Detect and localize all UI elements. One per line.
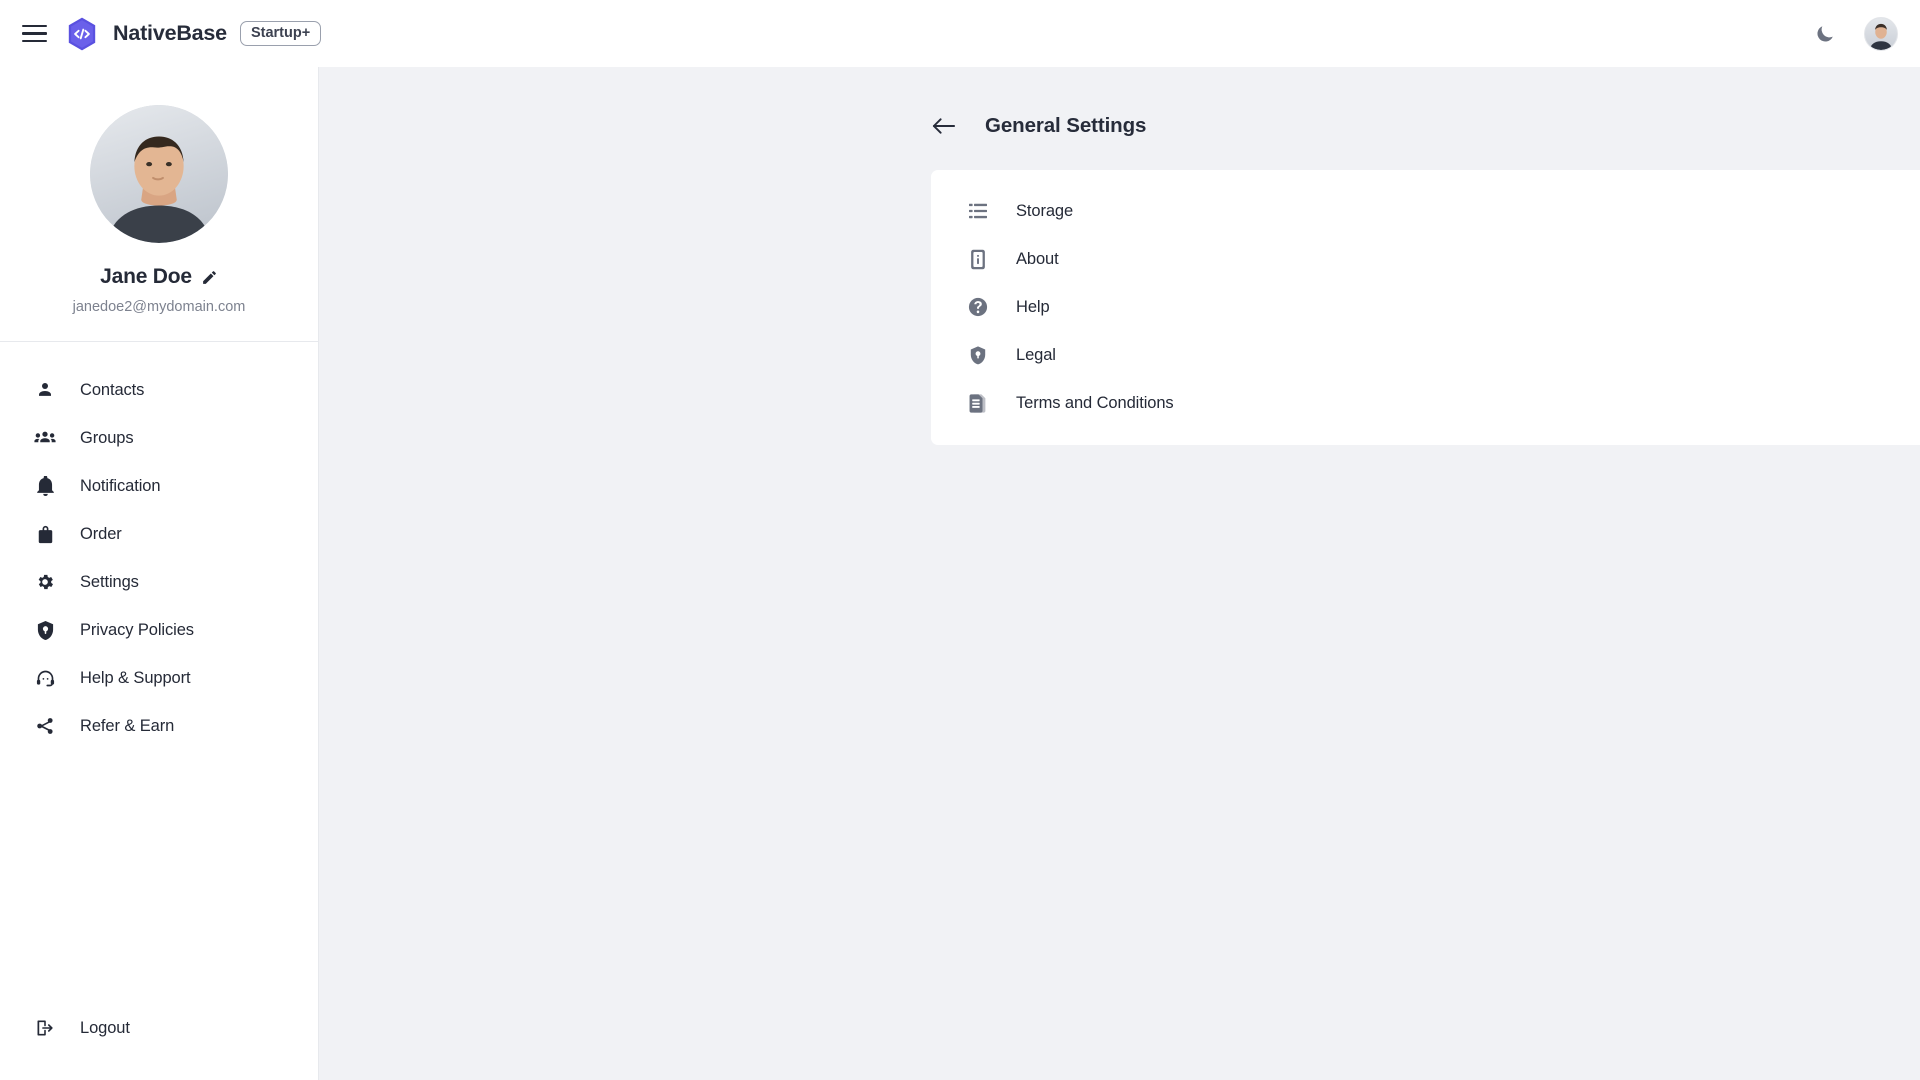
- shield-lock-icon: [34, 619, 56, 641]
- sidebar-item-privacy-policies[interactable]: Privacy Policies: [0, 606, 318, 654]
- sidebar-profile: Jane Doe janedoe2@mydomain.com: [0, 67, 318, 342]
- bell-icon: [34, 475, 56, 497]
- logout-section: Logout: [0, 1004, 318, 1080]
- sidebar-item-settings[interactable]: Settings: [0, 558, 318, 606]
- sidebar-item-refer-earn[interactable]: Refer & Earn: [0, 702, 318, 750]
- settings-item-terms-and-conditions[interactable]: Terms and Conditions: [931, 379, 1920, 427]
- profile-name-row: Jane Doe: [100, 265, 218, 289]
- main-content: General Settings Storage About Help Lega…: [319, 67, 1920, 1080]
- sidebar-nav: Contacts Groups Notification Order Setti…: [0, 342, 318, 1004]
- settings-item-label: About: [1016, 249, 1059, 268]
- pencil-edit-icon[interactable]: [201, 269, 218, 286]
- logout-exit-icon: [34, 1017, 56, 1039]
- sidebar-item-contacts[interactable]: Contacts: [0, 366, 318, 414]
- sidebar-item-label: Refer & Earn: [80, 716, 175, 735]
- headset-support-icon: [34, 667, 56, 689]
- settings-item-help[interactable]: Help: [931, 283, 1920, 331]
- settings-item-label: Storage: [1016, 201, 1074, 220]
- profile-email: janedoe2@mydomain.com: [72, 299, 246, 315]
- sidebar-item-label: Contacts: [80, 380, 145, 399]
- hamburger-menu-icon[interactable]: [22, 21, 48, 47]
- settings-item-about[interactable]: About: [931, 235, 1920, 283]
- app-header: NativeBase Startup+: [0, 0, 1920, 67]
- person-icon: [34, 379, 56, 401]
- shopping-bag-icon: [34, 523, 56, 545]
- settings-item-label: Help: [1016, 297, 1050, 316]
- storage-list-icon: [967, 200, 989, 222]
- brand-name: NativeBase: [113, 21, 227, 45]
- sidebar: Jane Doe janedoe2@mydomain.com Contacts …: [0, 67, 319, 1080]
- shield-lock-icon: [967, 344, 989, 366]
- nativebase-code-hexagon-logo: [64, 16, 100, 52]
- settings-item-legal[interactable]: Legal: [931, 331, 1920, 379]
- startup-plan-badge[interactable]: Startup+: [239, 20, 322, 47]
- sidebar-item-label: Groups: [80, 428, 134, 447]
- sidebar-item-label: Settings: [80, 572, 139, 591]
- sidebar-item-label: Notification: [80, 476, 161, 495]
- document-text-icon: [967, 392, 989, 414]
- settings-item-label: Legal: [1016, 345, 1056, 364]
- sidebar-item-notification[interactable]: Notification: [0, 462, 318, 510]
- sidebar-item-help-support[interactable]: Help & Support: [0, 654, 318, 702]
- user-avatar-large[interactable]: [90, 105, 228, 243]
- gear-icon: [34, 571, 56, 593]
- logout-button[interactable]: Logout: [0, 1004, 318, 1052]
- body-row: Jane Doe janedoe2@mydomain.com Contacts …: [0, 67, 1920, 1080]
- sidebar-item-groups[interactable]: Groups: [0, 414, 318, 462]
- sidebar-item-label: Privacy Policies: [80, 620, 194, 639]
- question-circle-icon: [967, 296, 989, 318]
- sidebar-item-order[interactable]: Order: [0, 510, 318, 558]
- settings-item-storage[interactable]: Storage: [931, 187, 1920, 235]
- people-group-icon: [34, 427, 56, 449]
- page-title: General Settings: [985, 114, 1147, 137]
- sidebar-item-label: Order: [80, 524, 122, 543]
- moon-icon[interactable]: [1812, 21, 1838, 47]
- share-nodes-icon: [34, 715, 56, 737]
- user-avatar[interactable]: [1864, 16, 1898, 51]
- profile-name: Jane Doe: [100, 265, 192, 288]
- settings-item-label: Terms and Conditions: [1016, 393, 1174, 412]
- sidebar-item-label: Help & Support: [80, 668, 191, 687]
- arrow-left-icon[interactable]: [931, 113, 957, 139]
- header-actions: [1812, 16, 1898, 51]
- phone-info-icon: [967, 248, 989, 270]
- logout-label: Logout: [80, 1018, 130, 1037]
- brand[interactable]: NativeBase: [64, 16, 227, 52]
- page-header: General Settings: [319, 113, 1920, 139]
- app-root: NativeBase Startup+ Jane Doe janedoe2@my…: [0, 0, 1920, 1080]
- settings-card: Storage About Help Legal Terms and Condi…: [931, 170, 1920, 445]
